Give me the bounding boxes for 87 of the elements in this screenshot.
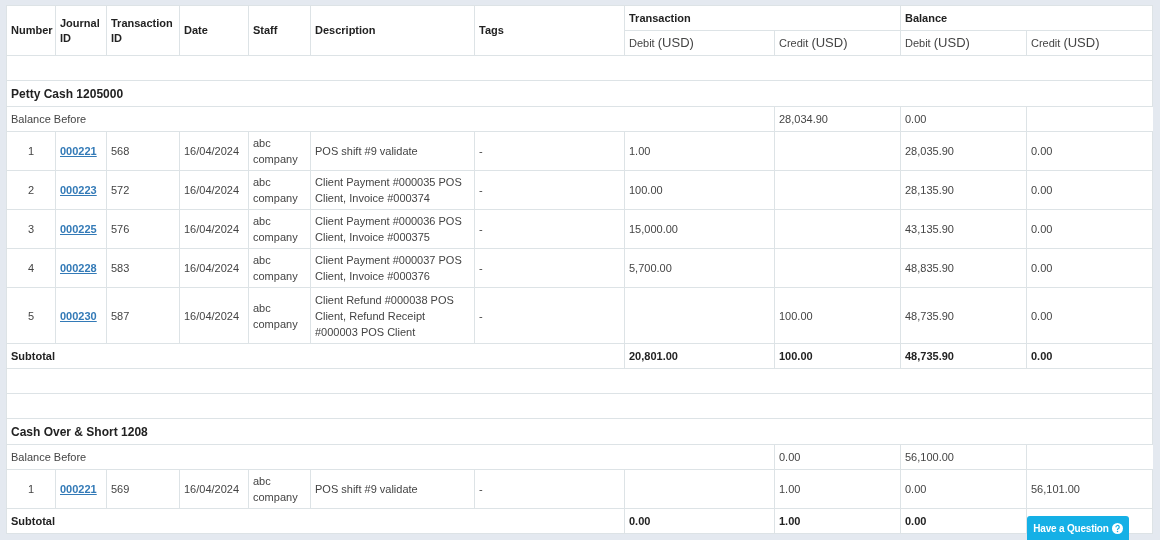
table-cell: -	[474, 131, 625, 171]
column-header: Debit (USD)	[900, 30, 1027, 56]
column-header: Transaction	[624, 5, 901, 31]
table-cell: 5	[6, 287, 56, 344]
help-icon	[1111, 522, 1123, 534]
column-header: Balance	[900, 5, 1153, 31]
table-cell: 5,700.00	[624, 248, 775, 288]
table-cell: 28,035.90	[900, 131, 1027, 171]
column-header: Tags	[474, 5, 625, 56]
column-header: Description	[310, 5, 475, 56]
table-cell: 0.00	[1026, 248, 1153, 288]
table-cell: Client Payment #000037 POS Client, Invoice #000376	[310, 248, 475, 288]
table-cell: Client Refund #000038 POS Client, Refund Receipt #000003 POS Client	[310, 287, 475, 344]
table-cell: 56,101.00	[1026, 469, 1153, 509]
column-header: Journal ID	[55, 5, 107, 56]
table-cell: 0.00	[900, 106, 1027, 132]
table-cell: POS shift #9 validate	[310, 131, 475, 171]
table-cell: -	[474, 209, 625, 249]
table-cell: 16/04/2024	[179, 248, 249, 288]
table-cell: Client Payment #000036 POS Client, Invoice #000375	[310, 209, 475, 249]
table-cell: 16/04/2024	[179, 209, 249, 249]
table-cell: abc company	[248, 209, 311, 249]
table-cell: 4	[6, 248, 56, 288]
table-cell: abc company	[248, 469, 311, 509]
column-header: Credit (USD)	[1026, 30, 1153, 56]
table-cell: abc company	[248, 170, 311, 210]
table-cell: 16/04/2024	[179, 170, 249, 210]
table-cell: 100.00	[774, 287, 901, 344]
table-cell: 1	[6, 131, 56, 171]
table-cell: 0.00	[1026, 170, 1153, 210]
table-cell: 0.00	[1026, 343, 1153, 369]
table-cell: 0.00	[624, 508, 775, 534]
table-cell: 28,135.90	[900, 170, 1027, 210]
table-cell: 576	[106, 209, 180, 249]
table-cell: 20,801.00	[624, 343, 775, 369]
table-cell: 583	[106, 248, 180, 288]
table-cell: 569	[106, 469, 180, 509]
table-cell: 48,735.90	[900, 287, 1027, 344]
table-cell: 16/04/2024	[179, 469, 249, 509]
subtotal-label: Subtotal	[6, 508, 625, 534]
table-cell: 0.00	[1026, 131, 1153, 171]
table-cell: -	[474, 287, 625, 344]
table-cell: 1	[6, 469, 56, 509]
table-cell: -	[474, 248, 625, 288]
table-cell: Client Payment #000035 POS Client, Invoice #000374	[310, 170, 475, 210]
table-cell: 0.00	[774, 444, 901, 470]
table-cell: 15,000.00	[624, 209, 775, 249]
table-cell: 100.00	[624, 170, 775, 210]
table-cell: -	[474, 469, 625, 509]
table-cell: 16/04/2024	[179, 131, 249, 171]
table-cell: 0.00	[900, 469, 1027, 509]
section-title: Petty Cash 1205000	[6, 80, 1153, 107]
table-cell: 100.00	[774, 343, 901, 369]
table-cell: Balance Before	[6, 444, 775, 470]
table-cell: 0.00	[900, 508, 1027, 534]
column-header: Number	[6, 5, 56, 56]
column-header: Debit (USD)	[624, 30, 775, 56]
table-cell: 1.00	[774, 469, 901, 509]
subtotal-label: Subtotal	[6, 343, 625, 369]
table-cell: 3	[6, 209, 56, 249]
table-cell: 43,135.90	[900, 209, 1027, 249]
table-cell: 1.00	[774, 508, 901, 534]
table-cell: 568	[106, 131, 180, 171]
column-header: Credit (USD)	[774, 30, 901, 56]
table-cell: POS shift #9 validate	[310, 469, 475, 509]
table-cell: 587	[106, 287, 180, 344]
table-cell: Balance Before	[6, 106, 775, 132]
table-cell: 56,100.00	[900, 444, 1027, 470]
table-cell: -	[474, 170, 625, 210]
table-cell: 572	[106, 170, 180, 210]
column-header: Transaction ID	[106, 5, 180, 56]
table-cell: 1.00	[624, 131, 775, 171]
table-cell: 0.00	[1026, 209, 1153, 249]
table-cell: 16/04/2024	[179, 287, 249, 344]
table-cell: abc company	[248, 248, 311, 288]
table-cell: abc company	[248, 131, 311, 171]
table-cell: 48,735.90	[900, 343, 1027, 369]
table-cell: 48,835.90	[900, 248, 1027, 288]
journal-link[interactable]: 000230	[60, 309, 97, 322]
column-header: Staff	[248, 5, 311, 56]
table-cell: 2	[6, 170, 56, 210]
column-header: Date	[179, 5, 249, 56]
table-cell: 28,034.90	[774, 106, 901, 132]
table-cell: 0.00	[1026, 287, 1153, 344]
help-button[interactable]: Have a Question	[1027, 516, 1129, 540]
table-cell: abc company	[248, 287, 311, 344]
section-title: Cash Over & Short 1208	[6, 418, 1153, 445]
